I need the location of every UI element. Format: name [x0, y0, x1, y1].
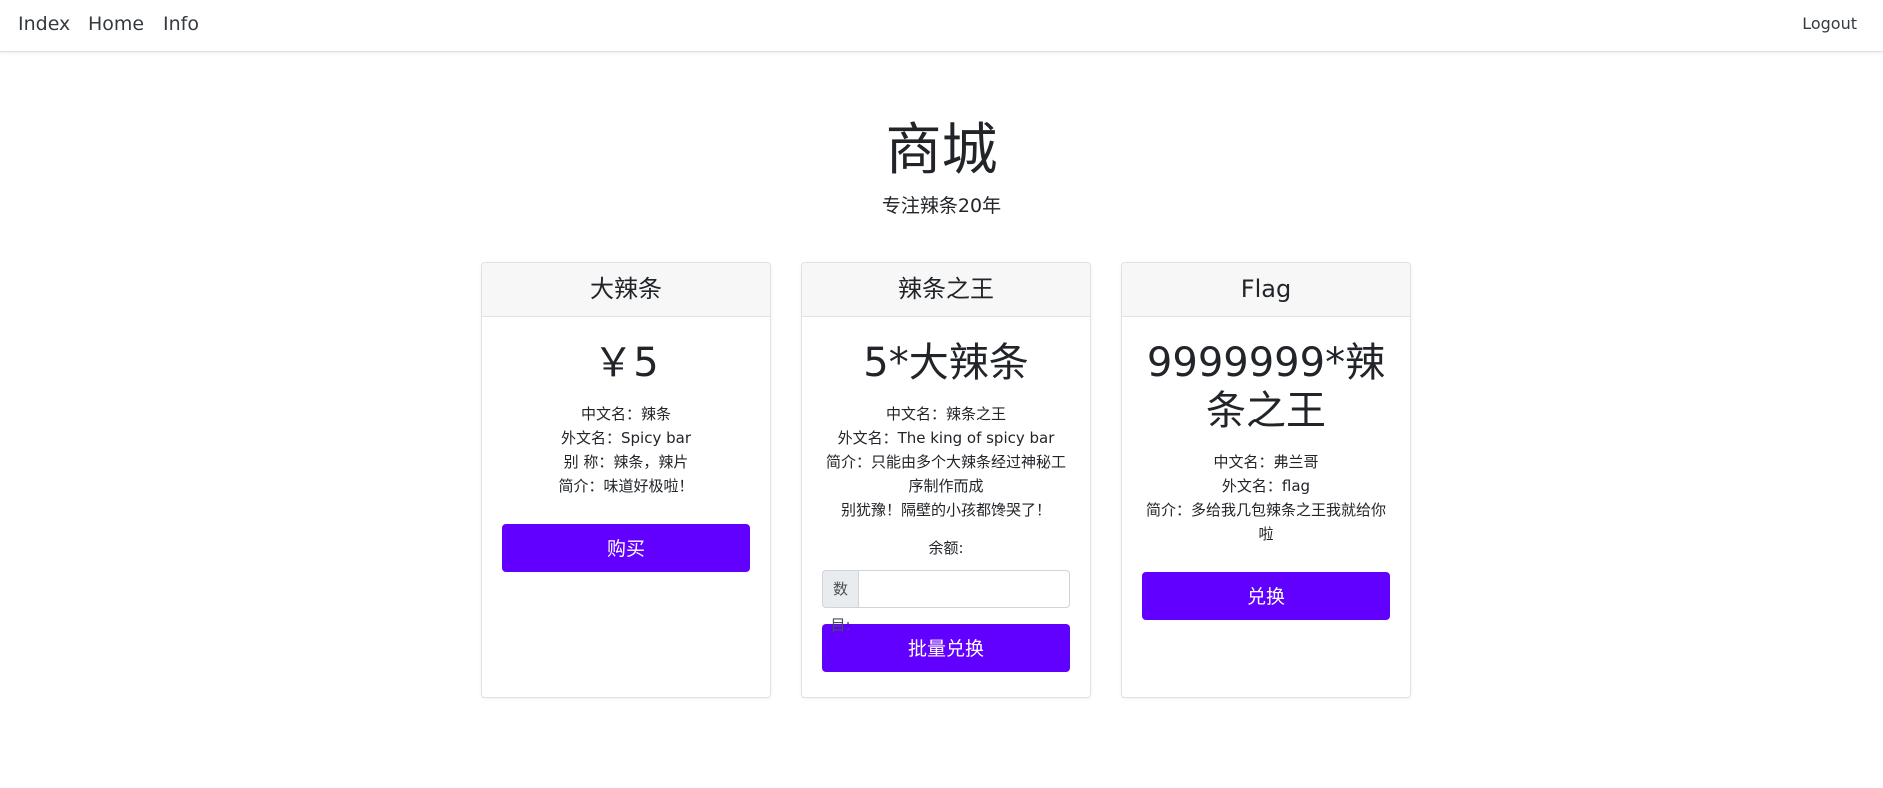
- desc-line: 中文名：辣条: [580, 405, 671, 423]
- desc-line: 中文名：辣条之王: [885, 405, 1006, 423]
- product-description: 中文名：辣条 外文名：Spicy bar 别 称：辣条，辣片 简介：味道好极啦！: [502, 402, 750, 498]
- product-card-big-spicy-bar: 大辣条 ￥5 中文名：辣条 外文名：Spicy bar 别 称：辣条，辣片 简介…: [481, 262, 771, 698]
- product-price: 9999999*辣条之王: [1146, 340, 1386, 434]
- card-body: ￥5 中文名：辣条 外文名：Spicy bar 别 称：辣条，辣片 简介：味道好…: [482, 339, 770, 572]
- desc-line: 外文名：flag: [1221, 477, 1311, 495]
- desc-line: 简介：多给我几包辣条之王我就给你啦: [1145, 501, 1386, 543]
- nav-link-info[interactable]: Info: [163, 13, 199, 35]
- desc-line: 别犹豫！隔壁的小孩都馋哭了！: [840, 501, 1051, 519]
- product-card-spicy-king: 辣条之王 5*大辣条 中文名：辣条之王 外文名：The king of spic…: [801, 262, 1091, 698]
- desc-line: 外文名：The king of spicy bar: [837, 429, 1055, 447]
- card-body: 5*大辣条 中文名：辣条之王 外文名：The king of spicy bar…: [802, 339, 1090, 672]
- exchange-button[interactable]: 兑换: [1142, 572, 1390, 620]
- card-header: 辣条之王: [802, 263, 1090, 317]
- card-header: 大辣条: [482, 263, 770, 317]
- logout-link[interactable]: Logout: [1802, 14, 1857, 34]
- product-price: 5*大辣条: [863, 340, 1029, 386]
- card-header: Flag: [1122, 263, 1410, 317]
- batch-exchange-button[interactable]: 批量兑换: [822, 624, 1070, 672]
- quantity-prefix: 数目:: [822, 570, 858, 634]
- buy-button[interactable]: 购买: [502, 524, 750, 572]
- desc-line: 简介：味道好极啦！: [558, 477, 694, 495]
- page-title: 商城: [885, 118, 998, 183]
- top-navbar: Index Home Info Logout: [0, 0, 1883, 52]
- desc-line: 别 称：辣条，辣片: [563, 453, 689, 471]
- quantity-input[interactable]: [858, 570, 1070, 608]
- nav-link-home[interactable]: Home: [88, 13, 144, 35]
- desc-line: 简介：只能由多个大辣条经过神秘工序制作而成: [825, 453, 1066, 495]
- product-card-flag: Flag 9999999*辣条之王 中文名：弗兰哥 外文名：flag 简介：多给…: [1121, 262, 1411, 698]
- nav-link-index[interactable]: Index: [18, 13, 70, 35]
- balance-label: 余额:: [928, 539, 964, 557]
- page-subtitle: 专注辣条20年: [881, 195, 1002, 217]
- desc-line: 中文名：弗兰哥: [1213, 453, 1319, 471]
- quantity-input-group: 数目:: [822, 570, 1070, 634]
- card-body: 9999999*辣条之王 中文名：弗兰哥 外文名：flag 简介：多给我几包辣条…: [1122, 339, 1410, 620]
- desc-line: 外文名：Spicy bar: [561, 429, 691, 447]
- product-price: ￥5: [593, 340, 659, 386]
- product-description: 中文名：辣条之王 外文名：The king of spicy bar 简介：只能…: [822, 402, 1070, 522]
- product-description: 中文名：弗兰哥 外文名：flag 简介：多给我几包辣条之王我就给你啦: [1142, 450, 1390, 546]
